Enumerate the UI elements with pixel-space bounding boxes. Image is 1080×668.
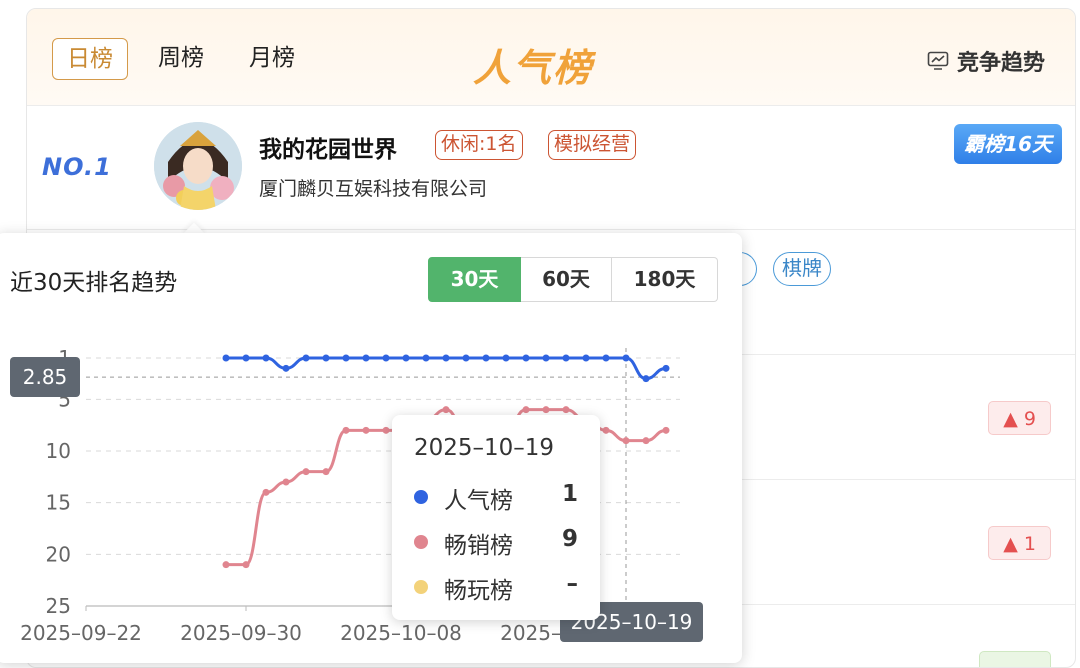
data-point	[562, 354, 570, 362]
data-point	[382, 426, 390, 434]
data-point	[622, 354, 630, 362]
data-point	[582, 354, 590, 362]
data-point	[362, 426, 370, 434]
data-point	[442, 406, 450, 414]
tooltip-series-name: 畅销榜	[444, 533, 513, 559]
data-point	[322, 354, 330, 362]
data-point	[642, 437, 650, 445]
series-dot	[414, 535, 428, 549]
data-point	[362, 354, 370, 362]
tooltip-row-bestseller: 畅销榜 9	[414, 526, 578, 559]
data-point	[262, 354, 270, 362]
data-point	[642, 375, 650, 383]
data-point	[522, 406, 530, 414]
tooltip-row-popular-play: 畅玩榜 –	[414, 571, 579, 604]
series-dot	[414, 490, 428, 504]
data-point	[522, 354, 530, 362]
data-point	[322, 468, 330, 476]
data-point	[402, 354, 410, 362]
data-point	[222, 561, 230, 569]
y-tick-label: 25	[46, 594, 71, 618]
data-point	[302, 354, 310, 362]
data-point	[542, 406, 550, 414]
data-point	[242, 354, 250, 362]
tooltip-series-name: 人气榜	[444, 488, 513, 514]
y-tick-label: 15	[46, 491, 71, 515]
x-tick-label: 2025–09–22	[20, 621, 142, 645]
data-point	[622, 437, 630, 445]
data-point	[342, 426, 350, 434]
data-point	[262, 488, 270, 496]
series-dot	[414, 580, 428, 594]
data-point	[462, 354, 470, 362]
tooltip-row-popularity: 人气榜 1	[414, 481, 578, 514]
tooltip-series-name: 畅玩榜	[444, 578, 513, 604]
data-point	[602, 426, 610, 434]
data-point	[282, 478, 290, 486]
data-point	[562, 406, 570, 414]
y-tick-label: 10	[46, 439, 71, 463]
data-point	[242, 561, 250, 569]
data-point	[442, 354, 450, 362]
chart-tooltip: 2025–10–19 人气榜 1 畅销榜 9 畅玩榜 –	[392, 415, 600, 620]
x-tick-label: 2025–09–30	[180, 621, 302, 645]
y-tick-label: 20	[46, 542, 71, 566]
tooltip-series-value: 1	[561, 481, 578, 507]
data-point	[382, 354, 390, 362]
data-point	[342, 354, 350, 362]
x-tick-label: 2025–10–08	[340, 621, 462, 645]
data-point	[662, 426, 670, 434]
data-point	[602, 354, 610, 362]
data-point	[302, 468, 310, 476]
data-point	[282, 364, 290, 372]
data-point	[542, 354, 550, 362]
tooltip-series-value: 9	[561, 526, 578, 552]
data-point	[662, 364, 670, 372]
data-point	[502, 354, 510, 362]
crosshair-y-readout: 2.85	[10, 357, 80, 397]
data-point	[422, 354, 430, 362]
data-point	[482, 354, 490, 362]
data-point	[222, 354, 230, 362]
tooltip-series-value: –	[566, 571, 579, 597]
tooltip-date: 2025–10–19	[414, 435, 555, 461]
